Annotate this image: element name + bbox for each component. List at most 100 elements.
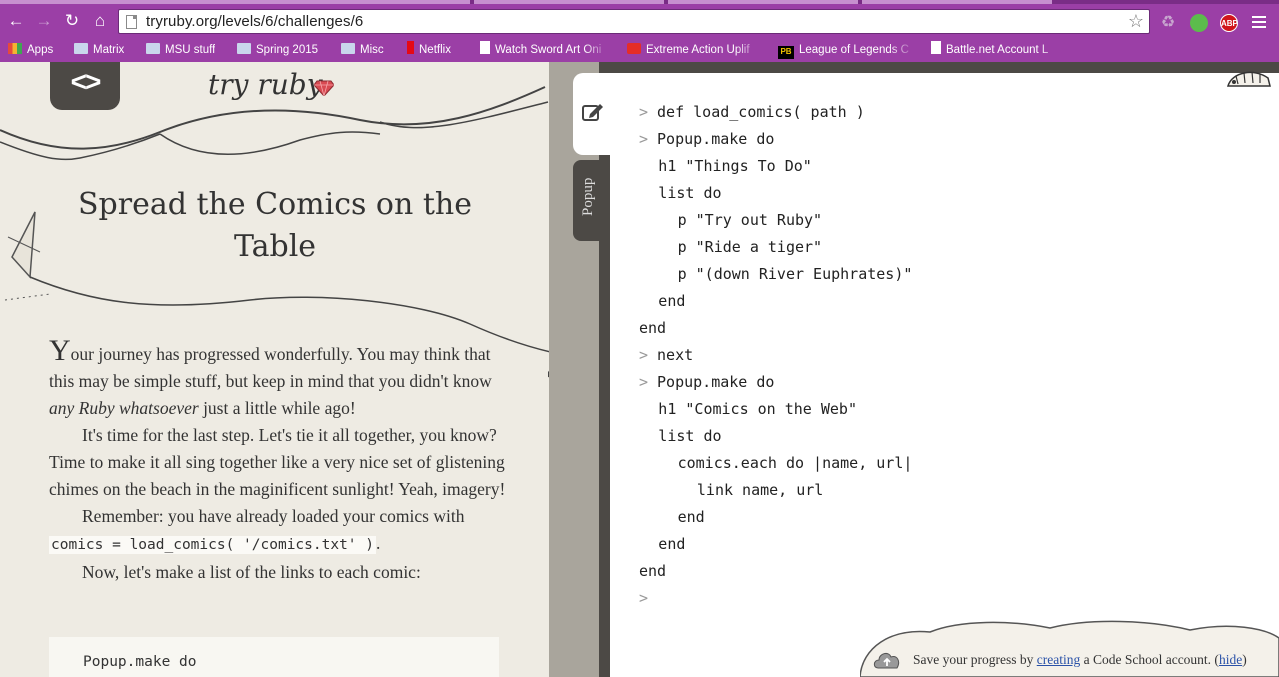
creating-link[interactable]: creating (1037, 652, 1080, 667)
code-example: Popup.make do (83, 654, 197, 670)
address-bar-url[interactable]: tryruby.org/levels/6/challenges/6 (146, 13, 363, 30)
console-line: link name, url (639, 477, 823, 504)
lesson-paragraph: Now, let's make a list of the links to e… (82, 562, 421, 582)
console-prompt: > (639, 589, 649, 607)
cloud-upload-icon (873, 652, 900, 669)
console-line: > next (639, 342, 693, 369)
bookmark-misc[interactable]: Misc (341, 41, 384, 59)
console-line: comics.each do |name, url| (639, 450, 913, 477)
console-line: end (639, 531, 685, 558)
console-line: end (639, 315, 666, 342)
drop-cap: Y (49, 334, 71, 367)
code-brackets-icon: <> (70, 66, 102, 97)
console-prompt: > (639, 130, 649, 148)
page-icon (480, 41, 490, 54)
console-code: h1 "Things To Do" (658, 157, 812, 175)
lesson-text-span: just a little while ago! (198, 398, 356, 418)
console-code: Popup.make do (657, 373, 775, 391)
console-prompt: > (639, 103, 649, 121)
bookmark-msu-stuff[interactable]: MSU stuff (146, 41, 215, 59)
console-code: p "Ride a tiger" (677, 238, 823, 256)
console-code: list do (658, 184, 722, 202)
bookmark-label: Netflix (419, 44, 451, 56)
console-line: > Popup.make do (639, 369, 774, 396)
console-line: > (639, 585, 657, 612)
console-code: next (657, 346, 694, 364)
bookmark-label: League of Legends C (799, 44, 909, 56)
browser-toolbar: ← → ↻ ⌂ tryruby.org/levels/6/challenges/… (0, 0, 1279, 62)
navigation-row: ← → ↻ ⌂ tryruby.org/levels/6/challenges/… (0, 4, 1279, 38)
save-text-span: ) (1242, 652, 1247, 667)
console-code: h1 "Comics on the Web" (658, 400, 857, 418)
save-progress-banner (860, 620, 1279, 677)
bookmark-label: Spring 2015 (256, 44, 319, 56)
lesson-panel: <> try ruby Spread the Comics on the Tab… (0, 62, 549, 677)
console-prompt: > (639, 373, 649, 391)
console-code: end (677, 508, 705, 526)
adblock-icon[interactable]: ABP (1220, 14, 1238, 32)
console-code: end (639, 562, 667, 580)
console-line: end (639, 504, 705, 531)
bookmark-netflix[interactable]: Netflix (407, 41, 451, 59)
folder-icon (74, 43, 88, 54)
home-icon[interactable]: ⌂ (90, 11, 110, 31)
console-code: end (658, 292, 686, 310)
editor-tab[interactable] (573, 73, 613, 155)
evernote-icon[interactable] (1190, 14, 1208, 32)
inline-code: comics = load_comics( '/comics.txt' ) (49, 536, 377, 554)
console-line: h1 "Things To Do" (639, 153, 812, 180)
bug-doodle-icon (1227, 71, 1271, 87)
address-bar[interactable]: tryruby.org/levels/6/challenges/6 ☆ (118, 9, 1150, 34)
bookmark-label: Watch Sword Art Oni (495, 44, 602, 56)
bookmark-spring-2015[interactable]: Spring 2015 (237, 41, 318, 59)
popup-tab-label: Popup (580, 177, 596, 216)
page-icon (931, 41, 941, 54)
console-line: p "Try out Ruby" (639, 207, 823, 234)
bookmark-label: MSU stuff (165, 44, 216, 56)
apps-grid-icon (8, 43, 22, 54)
ruby-console[interactable]: > def load_comics( path ) > Popup.make do h1… (610, 73, 1279, 677)
console-code: comics.each do |name, url| (677, 454, 913, 472)
page-icon (126, 15, 137, 29)
forward-arrow-icon[interactable]: → (34, 11, 54, 31)
reload-icon[interactable]: ↻ (62, 11, 82, 31)
popup-tab[interactable]: Popup (573, 160, 610, 241)
console-line: end (639, 558, 666, 585)
recycle-icon[interactable]: ♻ (1159, 14, 1177, 32)
console-code: list do (658, 427, 722, 445)
bookmark-apps[interactable]: Apps (8, 41, 53, 59)
lesson-text-span: Remember: you have already loaded your c… (82, 506, 465, 526)
bookmark-matrix[interactable]: Matrix (74, 41, 124, 59)
hide-link[interactable]: hide (1219, 652, 1242, 667)
save-progress-text: Save your progress by creating a Code Sc… (913, 652, 1247, 668)
folder-icon (146, 43, 160, 54)
console-code: end (639, 319, 667, 337)
console-line: end (639, 288, 685, 315)
bookmark-extreme-action[interactable]: Extreme Action Uplif (627, 41, 762, 59)
back-arrow-icon[interactable]: ← (6, 11, 26, 31)
lesson-paragraph: Remember: you have already loaded your c… (49, 503, 509, 559)
lesson-text-span: . (376, 533, 381, 553)
save-text-span: a Code School account. ( (1080, 652, 1219, 667)
bookmark-league-of-legends[interactable]: PB League of Legends C (778, 41, 916, 59)
bookmark-sword-art[interactable]: Watch Sword Art Oni (480, 41, 610, 59)
console-code: def load_comics( path ) (657, 103, 865, 121)
lesson-body: Your journey has progressed wonderfully.… (49, 336, 509, 586)
youtube-icon (627, 43, 641, 54)
bookmark-star-icon[interactable]: ☆ (1128, 11, 1144, 32)
bookmark-label: Matrix (93, 44, 125, 56)
bookmark-battlenet[interactable]: Battle.net Account L (931, 41, 1066, 59)
lesson-paragraph: Your journey has progressed wonderfully.… (49, 336, 509, 422)
code-toggle-tab[interactable]: <> (50, 62, 120, 110)
ruby-gem-icon (314, 80, 334, 96)
bookmark-label: Extreme Action Uplif (646, 44, 750, 56)
console-line: > Popup.make do (639, 126, 774, 153)
console-code: p "(down River Euphrates)" (677, 265, 913, 283)
console-line: h1 "Comics on the Web" (639, 396, 857, 423)
try-ruby-logo[interactable]: try ruby (208, 68, 323, 101)
menu-icon[interactable] (1252, 16, 1266, 34)
lesson-paragraph: It's time for the last step. Let's tie i… (49, 425, 506, 499)
save-text-span: Save your progress by (913, 652, 1037, 667)
console-code: p "Try out Ruby" (677, 211, 823, 229)
folder-icon (341, 43, 355, 54)
